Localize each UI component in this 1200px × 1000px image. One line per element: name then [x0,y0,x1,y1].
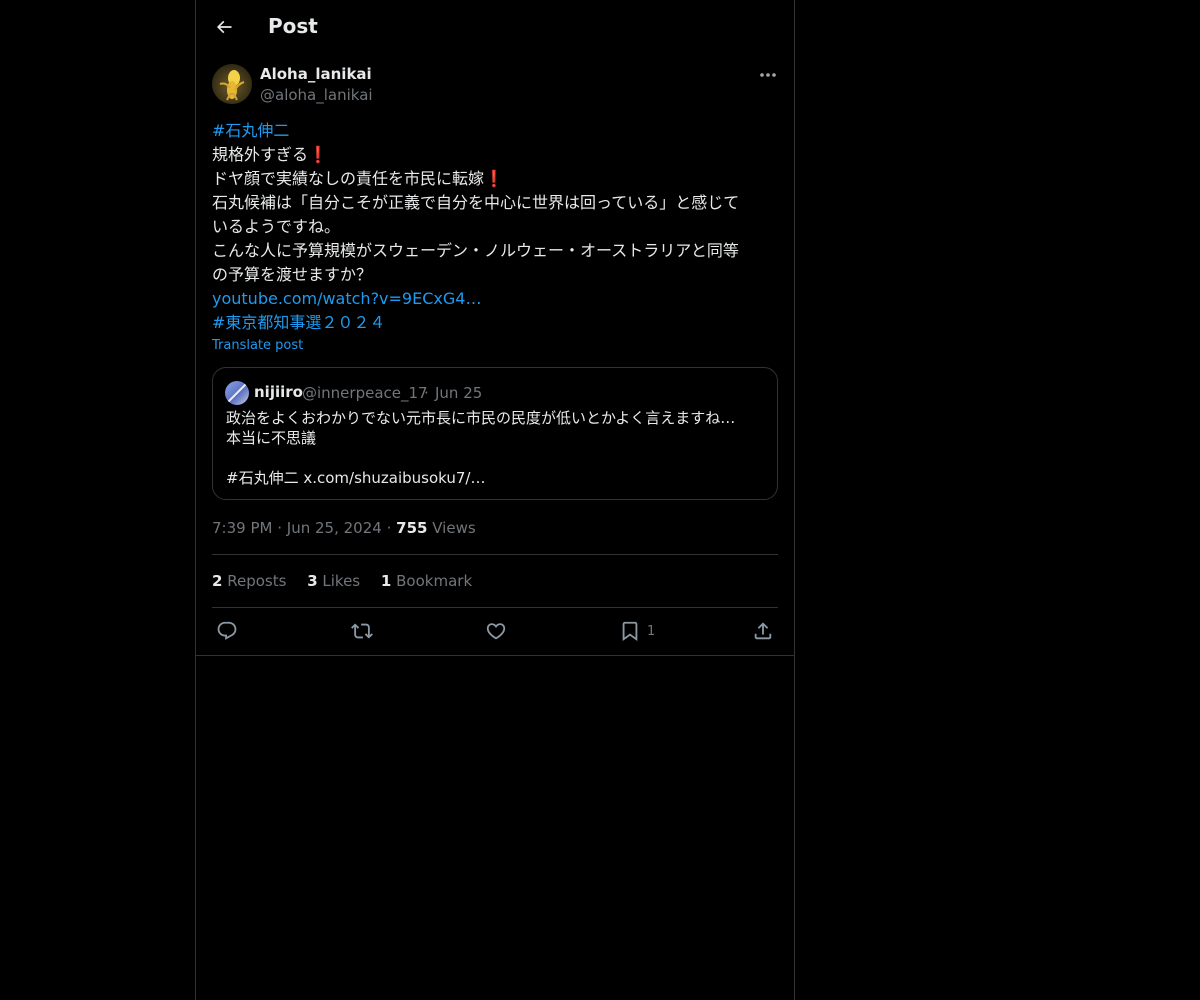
quote-handle: @innerpeace_17 [302,384,428,402]
hashtag-link[interactable]: #石丸伸二 [212,121,289,140]
quote-text-line [226,448,766,468]
reposts-stat[interactable]: 2 Reposts [212,572,286,590]
meta-separator: · [277,519,283,537]
quote-avatar-image [225,381,249,405]
page-title: Post [268,14,318,38]
bookmark-icon [622,621,638,642]
reply-button[interactable] [216,620,238,642]
quote-avatar [225,381,249,405]
author-handle[interactable]: @aloha_lanikai [260,86,373,104]
post-bottom-border [196,655,794,656]
bookmarks-stat[interactable]: 1 Bookmark [381,572,472,590]
youtube-link[interactable]: youtube.com/watch?v=9ECxG4… [212,289,481,308]
quote-text-line: 政治をよくおわかりでない元市長に市民の民度が低いとかよく言えますね… [226,409,736,427]
views-count: 755 [396,519,428,537]
primary-column: Post Aloha_lanikai @aloha_lanikai #石丸伸二 … [195,0,795,1000]
bookmark-button[interactable]: 1 [619,620,655,642]
share-button[interactable] [752,620,774,642]
quote-separator: · [424,384,429,402]
avatar[interactable] [212,64,252,104]
post-time[interactable]: 7:39 PM [212,519,272,537]
bookmark-count: 1 [647,623,656,639]
post-text-line: こんな人に予算規模がスウェーデン・ノルウェー・オーストラリアと同等 [212,241,739,260]
back-button[interactable] [210,13,238,41]
bookmarks-label: Bookmark [396,572,473,590]
more-dots-icon [760,73,776,77]
action-bar: 1 [196,608,794,654]
likes-count: 3 [307,572,318,590]
post-text-line: 石丸候補は「自分こそが正義で自分を中心に世界は回っている」と感じて [212,193,740,212]
likes-label: Likes [322,572,361,590]
post-date[interactable]: Jun 25, 2024 [287,519,382,537]
likes-stat[interactable]: 3 Likes [307,572,360,590]
quoted-post[interactable]: nijiiro @innerpeace_17 · Jun 25 政治をよくおわか… [212,367,778,500]
meta-separator: · [386,519,392,537]
more-options-button[interactable] [756,64,780,86]
arrow-left-icon [216,20,232,34]
repost-icon [351,623,373,639]
post-text-line: ドヤ顔で実績なしの責任を市民に転嫁 [212,169,485,188]
reposts-count: 2 [212,572,223,590]
like-button[interactable] [485,620,507,642]
post-text-line: いるようですね。 [212,217,341,236]
quote-date: Jun 25 [435,384,483,402]
exclamation-icon: ❗ [308,145,328,164]
share-icon [754,622,772,640]
bookmarks-count: 1 [380,572,392,590]
post-text-line: の予算を渡せますか？ [212,265,373,284]
post-text: #石丸伸二 規格外すぎる❗ ドヤ顔で実績なしの責任を市民に転嫁❗ 石丸候補は「自… [212,119,782,335]
post-meta: 7:39 PM · Jun 25, 2024 · 755 Views [212,519,476,537]
page-header: Post [196,0,794,54]
reposts-label: Reposts [227,572,287,590]
post-text-line: 規格外すぎる [212,145,309,164]
quote-display-name: nijiiro [254,383,303,401]
author-display-name[interactable]: Aloha_lanikai [260,65,372,83]
reply-icon [217,621,237,640]
views-label: Views [432,519,476,537]
quote-text-line: 本当に不思議 [226,429,317,447]
divider [212,554,778,555]
hashtag-link[interactable]: #東京都知事選２０２４ [212,313,385,332]
engagement-stats: 2 Reposts 3 Likes 1 Bookmark [212,572,488,590]
exclamation-icon: ❗ [484,169,504,188]
quote-text-line: #石丸伸二 x.com/shuzaibusoku7/… [226,469,486,487]
translate-post-link[interactable]: Translate post [212,338,303,353]
repost-button[interactable] [351,620,373,642]
heart-icon [486,623,506,640]
avatar-image [212,64,252,104]
quote-text: 政治をよくおわかりでない元市長に市民の民度が低いとかよく言えますね… 本当に不思… [226,408,766,488]
